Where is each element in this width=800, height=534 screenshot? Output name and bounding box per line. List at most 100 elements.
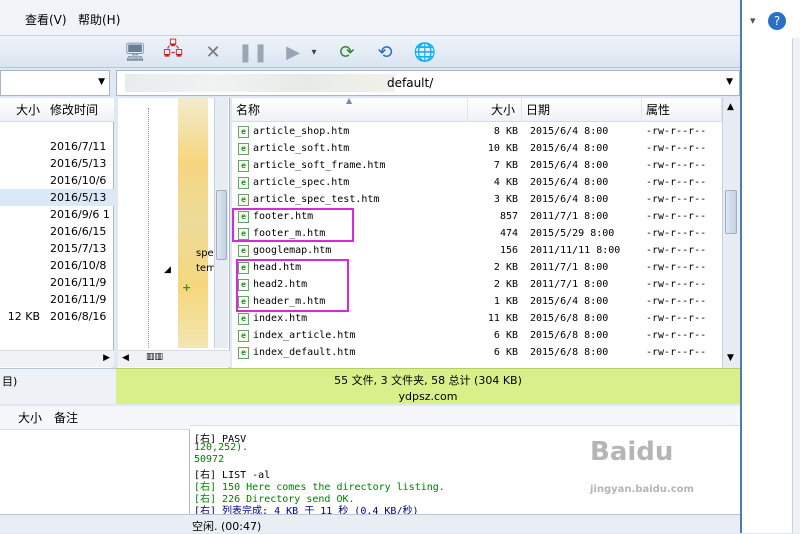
highlight-header-files (236, 259, 349, 312)
sync-icon[interactable]: ⟲ (372, 40, 398, 64)
local-status-bar: 目) (0, 368, 116, 404)
file-name: index_article.htm (253, 330, 356, 341)
scroll-left-icon[interactable]: ◀ (122, 353, 129, 363)
local-row[interactable]: 2016/9/6 1 (0, 206, 114, 223)
file-size: 1 KB (493, 296, 518, 307)
file-attr: -rw-r--r-- (646, 194, 707, 205)
file-size: 4 KB (493, 177, 518, 188)
remote-col-date[interactable]: 日期 (522, 98, 642, 122)
file-attr: -rw-r--r-- (646, 330, 707, 341)
local-row[interactable]: 2016/11/9 (0, 274, 114, 291)
file-size: 474 (499, 228, 518, 239)
add-folder-icon: + (182, 281, 192, 294)
local-status-text: 目) (2, 375, 18, 388)
tree-item-tem[interactable]: tem (196, 263, 216, 274)
scroll-right-icon[interactable]: ▶ (103, 353, 110, 363)
tree-scroll-thumb[interactable] (216, 190, 227, 260)
remote-vscroll[interactable]: ▲ ▼ (722, 98, 740, 368)
tree-vscroll[interactable] (214, 98, 228, 348)
file-name: index.htm (253, 313, 308, 324)
file-row[interactable]: e article_soft_frame.htm 7 KB 2015/6/4 8:00… (232, 157, 722, 174)
menu-view[interactable]: 查看(V) (25, 11, 67, 28)
tree-expand-icon[interactable]: ◢ (164, 265, 171, 275)
file-name: article_soft.htm (253, 143, 350, 154)
globe-icon[interactable]: 🌐 (412, 40, 438, 64)
local-row-date: 2016/11/9 (50, 293, 107, 306)
file-row[interactable]: e article_soft.htm 10 KB 2015/6/4 8:00 -rw-r… (232, 140, 722, 157)
refresh-green-icon[interactable]: ⟳ (334, 40, 360, 64)
file-row[interactable]: e article_spec_test.htm 3 KB 2015/6/4 8:00 -… (232, 191, 722, 208)
file-attr: -rw-r--r-- (646, 262, 707, 273)
remote-file-list: 名称 ▲ 大小 日期 属性 e article_shop.htm 8 KB 2015/… (232, 96, 740, 368)
file-date: 2015/6/4 8:00 (530, 160, 609, 171)
menu-help[interactable]: 帮助(H) (78, 11, 120, 28)
tree-hscroll[interactable]: ◀ ▥▥ (118, 350, 230, 367)
file-date: 2015/6/8 8:00 (530, 347, 609, 358)
pause-icon[interactable]: ❚❚ (238, 40, 268, 64)
scroll-up-icon[interactable]: ▲ (727, 102, 734, 112)
queue-col-size[interactable]: 大小 (0, 406, 48, 430)
adjacent-scrollbar[interactable] (792, 38, 800, 533)
file-size: 3 KB (493, 194, 518, 205)
play-icon[interactable]: ▶ (280, 40, 306, 64)
file-attr: -rw-r--r-- (646, 228, 707, 239)
file-size: 6 KB (493, 330, 518, 341)
local-row-date: 2016/11/9 (50, 276, 107, 289)
tree-blurred (178, 98, 208, 348)
file-name: googlemap.htm (253, 245, 332, 256)
local-row[interactable]: 2016/5/13 (0, 155, 114, 172)
local-col-size[interactable]: 大小 (0, 98, 44, 122)
file-row[interactable]: e index_default.htm 6 KB 2015/6/8 8:00 -rw-r… (232, 344, 722, 361)
file-attr: -rw-r--r-- (646, 160, 707, 171)
bottom-status-bar: 空闲. (00:47) (0, 514, 740, 533)
remote-path-dropdown-icon[interactable]: ▼ (726, 77, 733, 87)
html-file-icon: e (238, 143, 249, 155)
local-path-bar[interactable]: ▼ (0, 70, 110, 96)
remote-col-attr[interactable]: 属性 (642, 98, 722, 122)
file-row[interactable]: e article_spec.htm 4 KB 2015/6/4 8:00 -rw-r-… (232, 174, 722, 191)
remote-col-size[interactable]: 大小 (468, 98, 522, 122)
local-row[interactable]: 2016/10/6 (0, 172, 114, 189)
computer-icon[interactable]: 🖥 (122, 40, 148, 64)
local-row[interactable]: 2016/5/13 (0, 189, 114, 206)
file-size: 7 KB (493, 160, 518, 171)
file-name: article_soft_frame.htm (253, 160, 386, 171)
tree-item-spe[interactable]: spe (196, 248, 214, 259)
queue-col-note[interactable]: 备注 (48, 406, 190, 430)
stop-icon[interactable]: ✕ (200, 40, 226, 64)
file-size: 10 KB (487, 143, 518, 154)
local-row-date: 2015/7/13 (50, 242, 107, 255)
play-dropdown-icon[interactable]: ▾ (308, 40, 320, 64)
path-blurred (125, 74, 395, 92)
sort-asc-icon: ▲ (346, 96, 353, 105)
local-path-dropdown-icon[interactable]: ▼ (98, 77, 105, 87)
local-row[interactable]: 2016/7/11 (0, 138, 114, 155)
file-name: article_spec.htm (253, 177, 350, 188)
remote-path-bar[interactable]: default/ ▼ (116, 70, 740, 96)
file-row[interactable]: e googlemap.htm 156 2011/11/11 8:00 -rw-r--r… (232, 242, 722, 259)
local-row[interactable]: 12 KB 2016/8/16 (0, 308, 114, 325)
file-attr: -rw-r--r-- (646, 296, 707, 307)
local-hscroll[interactable]: ▶ (0, 350, 114, 367)
disconnect-icon[interactable]: 🖧 (160, 39, 186, 64)
html-file-icon: e (238, 177, 249, 189)
window-dropdown-icon[interactable]: ▾ (750, 14, 756, 27)
file-row[interactable]: e index_article.htm 6 KB 2015/6/8 8:00 -rw-r… (232, 327, 722, 344)
help-icon[interactable]: ? (768, 12, 786, 30)
file-size: 6 KB (493, 347, 518, 358)
remote-scroll-thumb[interactable] (725, 190, 737, 234)
local-row[interactable]: 2016/10/8 (0, 257, 114, 274)
file-date: 2015/5/29 8:00 (530, 228, 615, 239)
file-row[interactable]: e index.htm 11 KB 2015/6/8 8:00 -rw-r--r-- (232, 310, 722, 327)
log-line: 50972 (194, 454, 225, 465)
local-row[interactable]: 2016/6/15 (0, 223, 114, 240)
menu-bar: 查看(V) 帮助(H) (0, 0, 740, 36)
tree-hscroll-thumb[interactable]: ▥▥ (146, 352, 163, 362)
file-row[interactable]: e article_shop.htm 8 KB 2015/6/4 8:00 -rw-r-… (232, 123, 722, 140)
local-row[interactable]: 2016/11/9 (0, 291, 114, 308)
scroll-down-icon[interactable]: ▼ (727, 353, 734, 363)
local-row-date: 2016/8/16 (50, 310, 107, 323)
local-col-modified[interactable]: 修改时间 (44, 98, 114, 122)
local-row[interactable]: 2015/7/13 (0, 240, 114, 257)
html-file-icon: e (238, 194, 249, 206)
